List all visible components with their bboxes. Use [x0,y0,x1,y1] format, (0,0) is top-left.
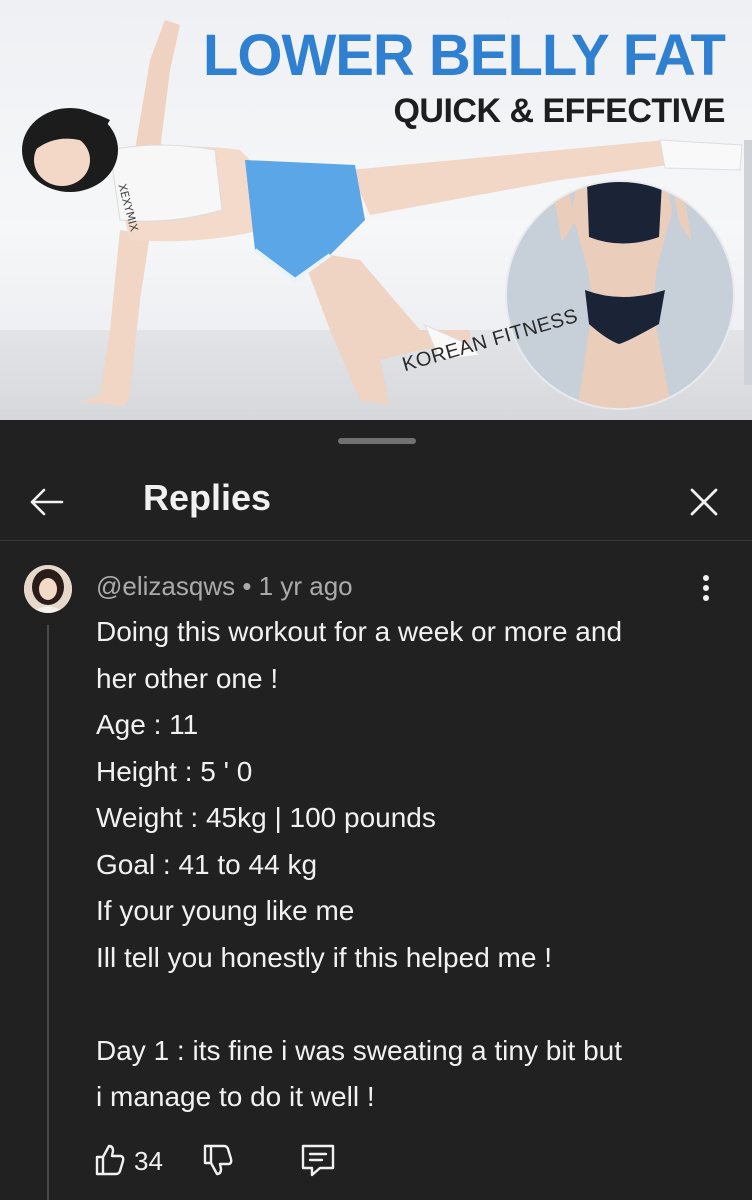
thumbnail-title: LOWER BELLY FAT [202,23,726,88]
comment-text: Doing this workout for a week or more an… [96,616,623,1112]
comment-author[interactable]: @elizasqws [96,571,235,601]
comment-time: 1 yr ago [258,571,353,601]
reply-icon [301,1144,335,1177]
more-vert-icon [692,575,720,601]
thumbs-up-icon [95,1144,125,1176]
like-button[interactable] [92,1142,128,1178]
back-button[interactable] [24,480,68,524]
more-options-button[interactable] [692,573,720,607]
comment-actions: 34 [92,1136,392,1184]
thumbs-down-icon [203,1144,233,1176]
comment-meta: @elizasqws • 1 yr ago [96,571,353,602]
arrow-left-icon [30,488,64,516]
dislike-button[interactable] [200,1142,236,1178]
drag-handle[interactable] [338,438,416,444]
replies-header: Replies [0,460,752,540]
close-button[interactable] [682,480,726,524]
thumbnail-subtitle: QUICK & EFFECTIVE [393,92,725,130]
reply-button[interactable] [298,1142,338,1178]
avatar[interactable] [24,565,72,613]
meta-separator: • [235,571,259,601]
result-inset-photo [505,180,735,410]
video-thumbnail[interactable]: XEXYMIX LOWER BELLY FAT QUICK & EFFECTIV… [0,0,752,420]
replies-panel: Replies @elizasqws • 1 yr ago Doing this… [0,420,752,1200]
avatar-image [24,565,72,613]
page-title: Replies [143,477,272,518]
like-count: 34 [134,1146,163,1176]
thread-line [47,625,49,1200]
close-icon [690,488,718,516]
comment-thread: @elizasqws • 1 yr ago Doing this workout… [0,541,752,1200]
